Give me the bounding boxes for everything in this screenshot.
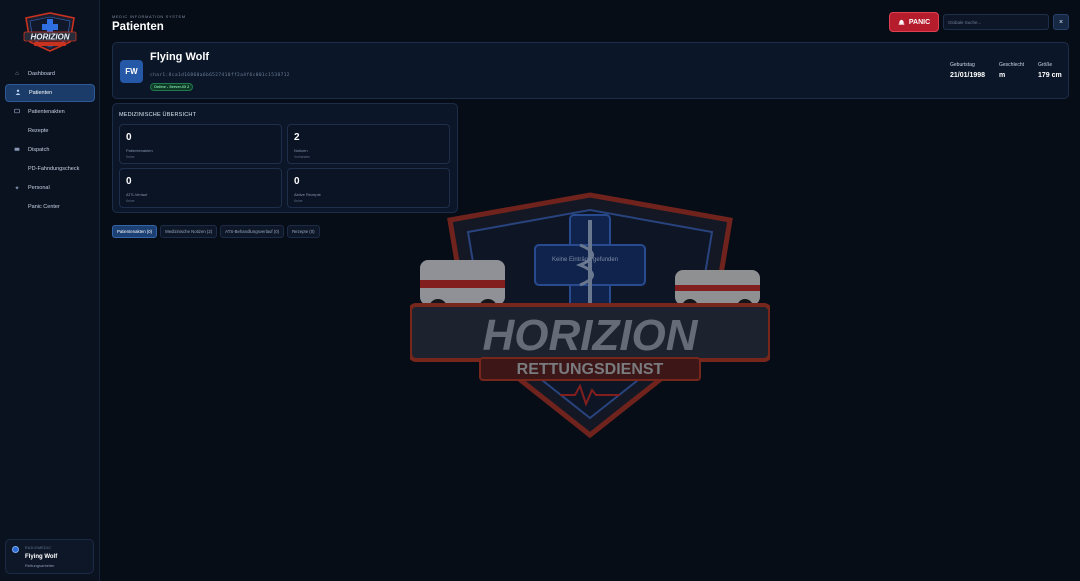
person-icon [12, 89, 24, 97]
user-role: RADIOMEDIC [25, 546, 52, 550]
patient-id: char1:8ca1d16860a6b6527410ff2a4f6c001c15… [150, 73, 290, 78]
empty-state-text: Keine Einträge gefunden [552, 257, 619, 263]
main-content: HORIZION RETTUNGSDIENST MEDIC INFORMATIO… [100, 0, 1080, 581]
tab-rezepte[interactable]: Rezepte (0) [287, 225, 320, 238]
alarm-icon [898, 18, 905, 27]
stat-value: 21/01/1998 [950, 72, 986, 79]
sidebar-item-dashboard[interactable]: ⌂ Dashboard [5, 65, 95, 83]
tab-patientenakten[interactable]: Patientenakten (0) [112, 225, 158, 238]
tile-label: Patientenakten [126, 148, 153, 153]
sidebar-item-panic-center[interactable]: Panic Center [5, 198, 95, 216]
stat-geschlecht: Geschlecht m [999, 62, 1024, 79]
user-title: Rettungsarbeiter [25, 563, 55, 568]
tile-aktive-rezepte[interactable]: 0 Aktive Rezepte Keine [287, 168, 450, 208]
sidebar-item-rezepte[interactable]: Rezepte [5, 122, 95, 140]
global-search-input[interactable] [943, 14, 1049, 30]
tile-patientenakten[interactable]: 0 Patientenakten Keine [119, 124, 282, 164]
user-name: Flying Wolf [25, 554, 58, 560]
stat-geburtstag: Geburtstag 21/01/1998 [950, 62, 985, 79]
file-icon [11, 108, 23, 116]
svg-text:HORIZION: HORIZION [482, 311, 698, 360]
horizion-logo[interactable]: HORIZION [20, 12, 80, 52]
page-title: Patienten [112, 21, 164, 33]
sidebar-item-pd-fahndungscheck[interactable]: PD-Fahndungscheck [5, 160, 95, 178]
sidebar-item-label: Panic Center [28, 204, 60, 210]
home-icon: ⌂ [15, 71, 19, 77]
stat-label: Geburtstag [950, 62, 975, 68]
system-label: MEDIC INFORMATION SYSTEM [112, 14, 186, 19]
close-icon: × [1058, 18, 1064, 26]
status-badge: Online - Server-ID 2 [150, 83, 194, 91]
tab-medizinische-notizen[interactable]: Medizinische Notizen (2) [160, 225, 218, 238]
tile-value: 2 [294, 132, 300, 143]
stat-label: Geschlecht [999, 62, 1025, 68]
sidebar-item-label: Dashboard [28, 71, 55, 77]
sidebar-item-label: Patienten [29, 90, 53, 96]
sidebar-item-patienten[interactable]: Patienten [5, 84, 95, 102]
sidebar-item-personal[interactable]: ✦ Personal [5, 179, 95, 197]
sidebar-item-dispatch[interactable]: Dispatch [5, 141, 95, 159]
ambulance-icon [11, 146, 23, 154]
avatar: FW [120, 60, 143, 83]
stat-value: m [999, 72, 1006, 79]
medical-overview-card: MEDIZINISCHE ÜBERSICHT 0 Patientenakten … [112, 103, 458, 213]
panic-label: PANIC [908, 18, 931, 26]
tile-value: 0 [126, 132, 132, 143]
horizion-watermark-logo: HORIZION RETTUNGSDIENST [410, 192, 770, 439]
tile-sub: Vorhanden [294, 155, 310, 159]
patient-header-card: FW Flying Wolf char1:8ca1d16860a6b652741… [112, 42, 1069, 99]
sidebar-item-label: Patientenakten [28, 109, 65, 115]
tile-label: Notizen [294, 148, 308, 153]
tile-notizen[interactable]: 2 Notizen Vorhanden [287, 124, 450, 164]
tile-sub: Keine [126, 199, 135, 203]
sidebar-nav: ⌂ Dashboard Patienten Patientenakten Rez… [5, 65, 95, 217]
svg-text:RETTUNGSDIENST: RETTUNGSDIENST [517, 361, 664, 378]
tile-label: Aktive Rezepte [294, 192, 321, 197]
sidebar-item-label: Personal [28, 185, 50, 191]
tile-ats-verlauf[interactable]: 0 ATS-Verlauf Keine [119, 168, 282, 208]
sidebar-item-patientenakten[interactable]: Patientenakten [5, 103, 95, 121]
sidebar: HORIZION ⌂ Dashboard Patienten Patienten… [0, 0, 100, 581]
user-card[interactable]: RADIOMEDIC Flying Wolf Rettungsarbeiter [5, 539, 94, 574]
sidebar-item-label: Dispatch [28, 147, 50, 153]
close-button[interactable]: × [1053, 14, 1069, 30]
sidebar-item-label: PD-Fahndungscheck [28, 166, 80, 172]
patient-name: Flying Wolf [150, 51, 210, 63]
overview-title: MEDIZINISCHE ÜBERSICHT [119, 112, 197, 118]
tile-value: 0 [126, 176, 132, 187]
sidebar-item-label: Rezepte [28, 128, 49, 134]
star-icon: ✦ [14, 185, 20, 192]
svg-text:HORIZION: HORIZION [30, 32, 69, 41]
tile-sub: Keine [294, 199, 303, 203]
tile-label: ATS-Verlauf [126, 192, 148, 197]
tab-ats-behandlungsverlauf[interactable]: ATS-Behandlungsverlauf (0) [220, 225, 285, 238]
stat-value: 179 cm [1038, 72, 1062, 79]
tile-value: 0 [294, 176, 300, 187]
panic-button[interactable]: PANIC [889, 12, 939, 32]
stat-groesse: Größe 179 cm [1038, 62, 1062, 79]
tile-sub: Keine [126, 155, 135, 159]
record-tabs: Patientenakten (0) Medizinische Notizen … [112, 225, 320, 238]
stat-label: Größe [1038, 62, 1053, 68]
user-status-icon [12, 546, 19, 553]
